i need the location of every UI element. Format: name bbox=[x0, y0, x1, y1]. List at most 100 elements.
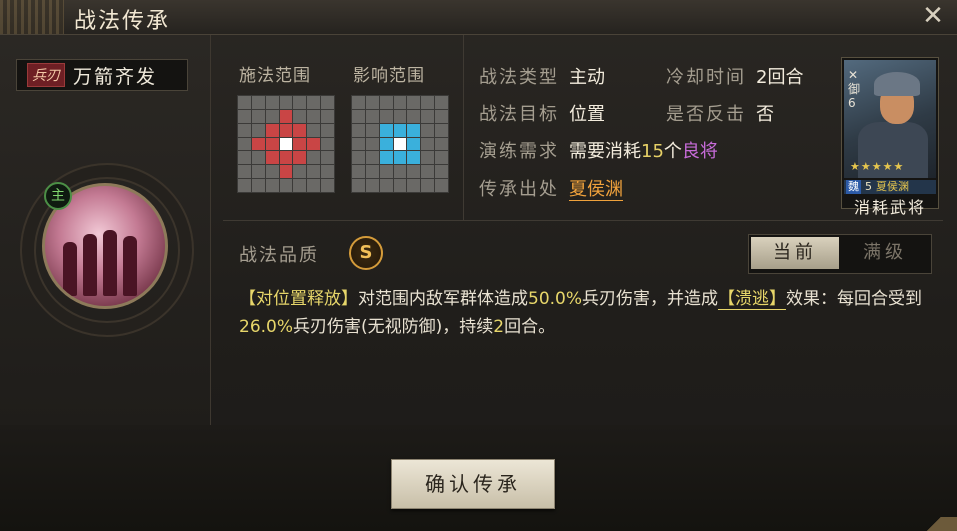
confirm-inherit-button[interactable]: 确认传承 bbox=[391, 459, 555, 509]
grid-cell bbox=[352, 123, 365, 137]
grid-cell bbox=[251, 123, 265, 137]
general-faction-bar: 魏 5 夏侯渊 bbox=[844, 180, 936, 194]
grid-cell bbox=[379, 137, 393, 151]
desc-text: 对范围内敌军群体造成 bbox=[358, 289, 528, 309]
grid-cell bbox=[421, 137, 435, 151]
grid-cell bbox=[321, 123, 334, 137]
grid-cell bbox=[407, 165, 421, 179]
grid-cell bbox=[365, 123, 379, 137]
counter-value: 否 bbox=[756, 104, 774, 125]
grid-cell bbox=[379, 123, 393, 137]
level-toggle: 当前 满级 bbox=[748, 234, 932, 274]
grid-cell bbox=[407, 151, 421, 165]
counter-label: 是否反击 bbox=[666, 104, 746, 125]
desc-text: 效果：每回合受到 bbox=[786, 289, 923, 309]
general-portrait-icon: ✕ 御 6 ★★★★★ bbox=[844, 60, 936, 178]
archer-silhouette-icon bbox=[103, 230, 117, 296]
dialog-title: 战法传承 bbox=[74, 9, 171, 34]
grid-cell bbox=[407, 137, 421, 151]
grid-cell bbox=[421, 151, 435, 165]
effect-range-grid bbox=[351, 95, 449, 193]
grid-cell bbox=[279, 123, 293, 137]
cooldown-label: 冷却时间 bbox=[666, 67, 746, 88]
desc-tag: 【对位置释放】 bbox=[239, 289, 358, 309]
grid-cell bbox=[265, 151, 279, 165]
grid-cell bbox=[293, 96, 307, 109]
grid-cell bbox=[393, 109, 407, 123]
grid-cell bbox=[352, 179, 365, 192]
grid-cell bbox=[352, 96, 365, 109]
grid-cell bbox=[307, 179, 321, 192]
desc-turns: 2 bbox=[493, 317, 505, 337]
effect-range-label: 影响范围 bbox=[353, 66, 425, 86]
cast-range-grid bbox=[237, 95, 335, 193]
requirement-prefix: 需要消耗 bbox=[569, 141, 641, 162]
grid-cell bbox=[321, 96, 334, 109]
grid-cell bbox=[238, 123, 251, 137]
toggle-current[interactable]: 当前 bbox=[751, 237, 839, 269]
grid-cell bbox=[321, 137, 334, 151]
grid-cell bbox=[279, 179, 293, 192]
grid-cell bbox=[238, 165, 251, 179]
grid-cell bbox=[307, 123, 321, 137]
grid-cell bbox=[265, 96, 279, 109]
main-skill-badge: 主 bbox=[44, 182, 72, 210]
requirement-value: 需要消耗15个良将 bbox=[569, 141, 718, 162]
inherit-skill-dialog: 战法传承 ✕ 兵刃 万箭齐发 主 施法范围 影响范围 战法类型 主动 冷却时间 2回… bbox=[0, 0, 957, 531]
grid-cell bbox=[379, 165, 393, 179]
grid-cell bbox=[265, 137, 279, 151]
grid-cell bbox=[293, 165, 307, 179]
grid-cell bbox=[293, 137, 307, 151]
faction-badge: 魏 bbox=[846, 180, 861, 194]
grid-cell bbox=[265, 123, 279, 137]
grid-cell bbox=[321, 109, 334, 123]
grid-cell bbox=[393, 179, 407, 192]
grid-cell bbox=[435, 151, 448, 165]
grid-cell bbox=[279, 96, 293, 109]
grid-cell bbox=[393, 151, 407, 165]
cast-range-label: 施法范围 bbox=[239, 66, 311, 86]
skill-name-plate: 兵刃 万箭齐发 bbox=[16, 59, 188, 91]
toggle-max-level[interactable]: 满级 bbox=[841, 237, 929, 269]
requirement-label: 演练需求 bbox=[479, 141, 559, 162]
grid-cell bbox=[352, 137, 365, 151]
cooldown-value: 2回合 bbox=[756, 67, 804, 88]
grid-cell bbox=[393, 123, 407, 137]
general-class: ✕ 御 6 bbox=[848, 68, 862, 110]
source-general-link[interactable]: 夏侯渊 bbox=[569, 179, 623, 201]
grid-cell bbox=[307, 109, 321, 123]
grid-cell bbox=[352, 109, 365, 123]
skill-type-value: 主动 bbox=[569, 67, 605, 88]
grid-cell bbox=[379, 179, 393, 192]
desc-text: 兵刃伤害(无视防御)，持续 bbox=[293, 317, 494, 337]
grid-cell bbox=[407, 96, 421, 109]
grid-cell bbox=[407, 109, 421, 123]
grid-cell bbox=[293, 151, 307, 165]
target-label: 战法目标 bbox=[479, 104, 559, 125]
target-value: 位置 bbox=[569, 104, 605, 125]
grid-cell bbox=[265, 165, 279, 179]
close-button[interactable]: ✕ bbox=[919, 3, 947, 31]
desc-status-link[interactable]: 【溃逃】 bbox=[718, 289, 787, 310]
skill-type-badge: 兵刃 bbox=[27, 63, 65, 87]
grid-cell bbox=[238, 137, 251, 151]
grid-cell bbox=[251, 179, 265, 192]
desc-damage: 50.0% bbox=[528, 289, 583, 309]
source-row: 传承出处 夏侯渊 bbox=[479, 175, 623, 201]
general-card[interactable]: ✕ 御 6 ★★★★★ 魏 5 夏侯渊 消耗武将 bbox=[841, 57, 939, 217]
grid-cell bbox=[435, 96, 448, 109]
grid-cell bbox=[365, 165, 379, 179]
grid-cell bbox=[251, 165, 265, 179]
archer-silhouette-icon bbox=[83, 234, 97, 296]
counter-row: 是否反击否 bbox=[666, 100, 774, 126]
corner-ornament-icon bbox=[921, 517, 957, 531]
grid-cell bbox=[407, 123, 421, 137]
skill-panel: 兵刃 万箭齐发 主 bbox=[0, 35, 211, 425]
grid-cell bbox=[365, 137, 379, 151]
title-ornament-icon bbox=[0, 0, 64, 34]
requirement-row: 演练需求 需要消耗15个良将 bbox=[479, 137, 718, 163]
grid-cell bbox=[238, 151, 251, 165]
skill-description: 【对位置释放】对范围内敌军群体造成50.0%兵刃伤害，并造成【溃逃】效果：每回合… bbox=[239, 285, 949, 341]
general-level: 5 bbox=[865, 180, 872, 193]
grid-cell bbox=[279, 109, 293, 123]
